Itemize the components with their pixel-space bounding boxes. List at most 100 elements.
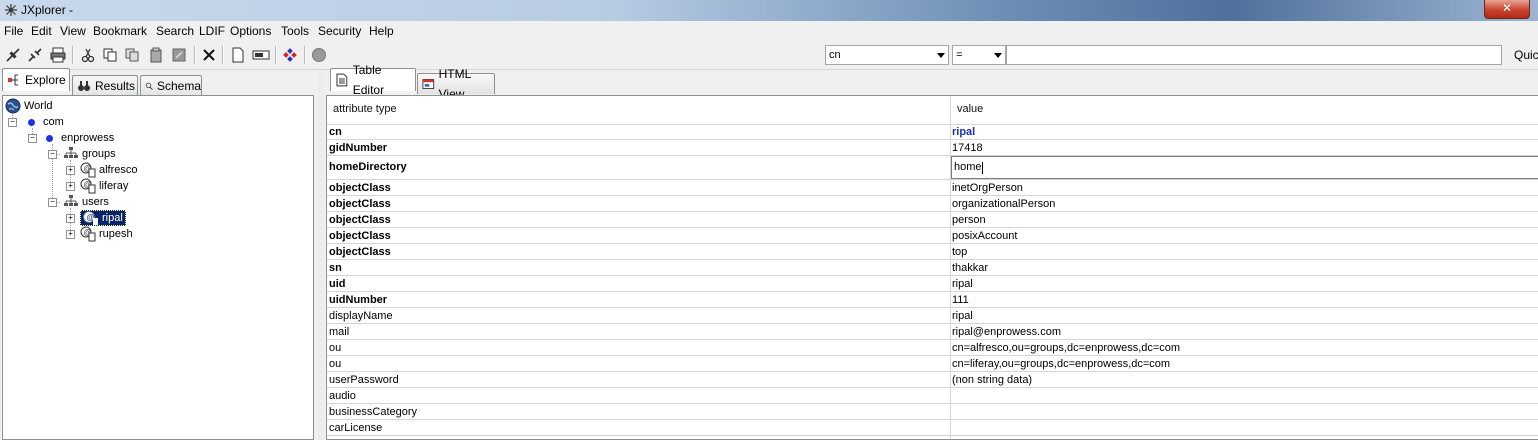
print-button[interactable]: [48, 45, 68, 65]
tree-expand-icon[interactable]: +: [66, 230, 75, 239]
attribute-type-cell[interactable]: mail: [329, 326, 349, 338]
table-row[interactable]: audio: [327, 388, 1538, 404]
window-close-button[interactable]: ✕: [1484, 0, 1530, 19]
tree-collapse-icon[interactable]: −: [48, 150, 57, 159]
value-cell[interactable]: organizationalPerson: [952, 198, 1055, 210]
tree-node-com[interactable]: − com: [8, 114, 64, 130]
attribute-type-cell[interactable]: gidNumber: [329, 142, 387, 154]
table-row[interactable]: carLicense: [327, 420, 1538, 436]
attribute-type-cell[interactable]: objectClass: [329, 230, 391, 242]
menu-view[interactable]: View: [60, 24, 86, 38]
table-row[interactable]: objectClass posixAccount: [327, 228, 1538, 244]
rename-button[interactable]: [251, 45, 271, 65]
table-row[interactable]: sn thakkar: [327, 260, 1538, 276]
menu-search[interactable]: Search: [156, 24, 194, 38]
menu-help[interactable]: Help: [369, 24, 394, 38]
menu-ldif[interactable]: LDIF: [199, 24, 225, 38]
table-row[interactable]: objectClass top: [327, 244, 1538, 260]
tree-node-liferay[interactable]: + @ liferay: [66, 178, 128, 194]
menu-edit[interactable]: Edit: [31, 24, 52, 38]
cut-button[interactable]: [78, 45, 98, 65]
tab-table-editor[interactable]: Table Editor: [330, 63, 416, 97]
menu-security[interactable]: Security: [318, 24, 361, 38]
attribute-type-cell[interactable]: homeDirectory: [329, 161, 407, 173]
tab-html-view[interactable]: HTML View: [417, 67, 495, 101]
attribute-type-cell[interactable]: objectClass: [329, 198, 391, 210]
table-row[interactable]: ou cn=alfresco,ou=groups,dc=enprowess,dc=…: [327, 340, 1538, 356]
tree-expand-icon[interactable]: +: [66, 166, 75, 175]
tree-expand-icon[interactable]: +: [66, 182, 75, 191]
tree-node-users[interactable]: − users: [48, 194, 109, 210]
attribute-table[interactable]: attribute type value cn ripal gidNumber 174…: [326, 95, 1538, 440]
table-row[interactable]: displayName ripal: [327, 308, 1538, 324]
disconnect-button[interactable]: [25, 45, 45, 65]
table-row[interactable]: objectClass organizationalPerson: [327, 196, 1538, 212]
search-attribute-combo[interactable]: cn: [825, 45, 949, 65]
attribute-type-cell[interactable]: audio: [329, 390, 356, 402]
attribute-type-cell[interactable]: userPassword: [329, 374, 399, 386]
refresh-button[interactable]: [280, 45, 300, 65]
value-cell[interactable]: 111: [952, 294, 969, 306]
table-row[interactable]: homeDirectory home: [327, 156, 1538, 180]
value-cell[interactable]: (non string data): [952, 374, 1032, 386]
value-cell[interactable]: thakkar: [952, 262, 988, 274]
table-row[interactable]: ou cn=liferay,ou=groups,dc=enprowess,dc=c…: [327, 356, 1538, 372]
tree-expand-icon[interactable]: +: [66, 214, 75, 223]
tree-node-enprowess[interactable]: − enprowess: [28, 130, 114, 146]
search-operator-combo[interactable]: =: [952, 45, 1006, 65]
tree-collapse-icon[interactable]: −: [48, 198, 57, 207]
attribute-type-cell[interactable]: uid: [329, 278, 346, 290]
attribute-type-cell[interactable]: ou: [329, 358, 341, 370]
table-row[interactable]: objectClass inetOrgPerson: [327, 180, 1538, 196]
copy-button[interactable]: [100, 45, 120, 65]
paste-button[interactable]: [146, 45, 166, 65]
stop-button[interactable]: [309, 45, 329, 65]
column-header-attribute-type[interactable]: attribute type: [333, 103, 397, 115]
value-cell[interactable]: top: [952, 246, 967, 258]
connect-button[interactable]: [3, 45, 23, 65]
table-row[interactable]: mail ripal@enprowess.com: [327, 324, 1538, 340]
attribute-type-cell[interactable]: carLicense: [329, 422, 382, 434]
tree-node-groups[interactable]: − groups: [48, 146, 116, 162]
attribute-type-cell[interactable]: ou: [329, 342, 341, 354]
tree-selected-entry[interactable]: @ ripal: [80, 210, 126, 226]
tab-results[interactable]: Results: [72, 75, 138, 96]
menu-file[interactable]: File: [4, 24, 23, 38]
menu-bookmark[interactable]: Bookmark: [93, 24, 147, 38]
value-edit-field[interactable]: home: [951, 156, 1538, 179]
value-cell[interactable]: ripal@enprowess.com: [952, 326, 1061, 338]
table-row[interactable]: objectClass person: [327, 212, 1538, 228]
new-entry-button[interactable]: [228, 45, 248, 65]
tree-node-world[interactable]: World: [5, 98, 53, 114]
tree-node-ripal[interactable]: + @ ripal: [66, 210, 126, 226]
attribute-type-cell[interactable]: businessCategory: [329, 406, 417, 418]
attribute-type-cell[interactable]: objectClass: [329, 182, 391, 194]
value-cell[interactable]: person: [952, 214, 986, 226]
column-header-value[interactable]: value: [957, 103, 983, 115]
menu-options[interactable]: Options: [230, 24, 271, 38]
tab-explore[interactable]: Explore: [2, 68, 70, 91]
attribute-type-cell[interactable]: objectClass: [329, 214, 391, 226]
attribute-type-cell[interactable]: cn: [329, 126, 342, 138]
attribute-type-cell[interactable]: sn: [329, 262, 342, 274]
table-row[interactable]: uidNumber 111: [327, 292, 1538, 308]
value-cell[interactable]: ripal: [952, 310, 973, 322]
attribute-type-cell[interactable]: objectClass: [329, 246, 391, 258]
tree-collapse-icon[interactable]: −: [28, 134, 37, 143]
copy-dn-button[interactable]: [122, 45, 142, 65]
paste-alias-button[interactable]: [169, 45, 189, 65]
table-row[interactable]: businessCategory: [327, 404, 1538, 420]
table-row[interactable]: gidNumber 17418: [327, 140, 1538, 156]
table-row[interactable]: cn ripal: [327, 124, 1538, 140]
table-row[interactable]: userPassword (non string data): [327, 372, 1538, 388]
value-cell[interactable]: cn=liferay,ou=groups,dc=enprowess,dc=com: [952, 358, 1170, 370]
menu-tools[interactable]: Tools: [281, 24, 309, 38]
delete-button[interactable]: [199, 45, 219, 65]
table-row[interactable]: uid ripal: [327, 276, 1538, 292]
search-value-input[interactable]: [1006, 45, 1502, 65]
value-cell[interactable]: inetOrgPerson: [952, 182, 1023, 194]
table-row[interactable]: departmentNumber: [327, 436, 1538, 439]
tree-node-rupesh[interactable]: + @ rupesh: [66, 226, 133, 242]
directory-tree[interactable]: World − com − enprowess − groups + @ alf…: [2, 95, 314, 440]
value-cell[interactable]: ripal: [952, 278, 973, 290]
